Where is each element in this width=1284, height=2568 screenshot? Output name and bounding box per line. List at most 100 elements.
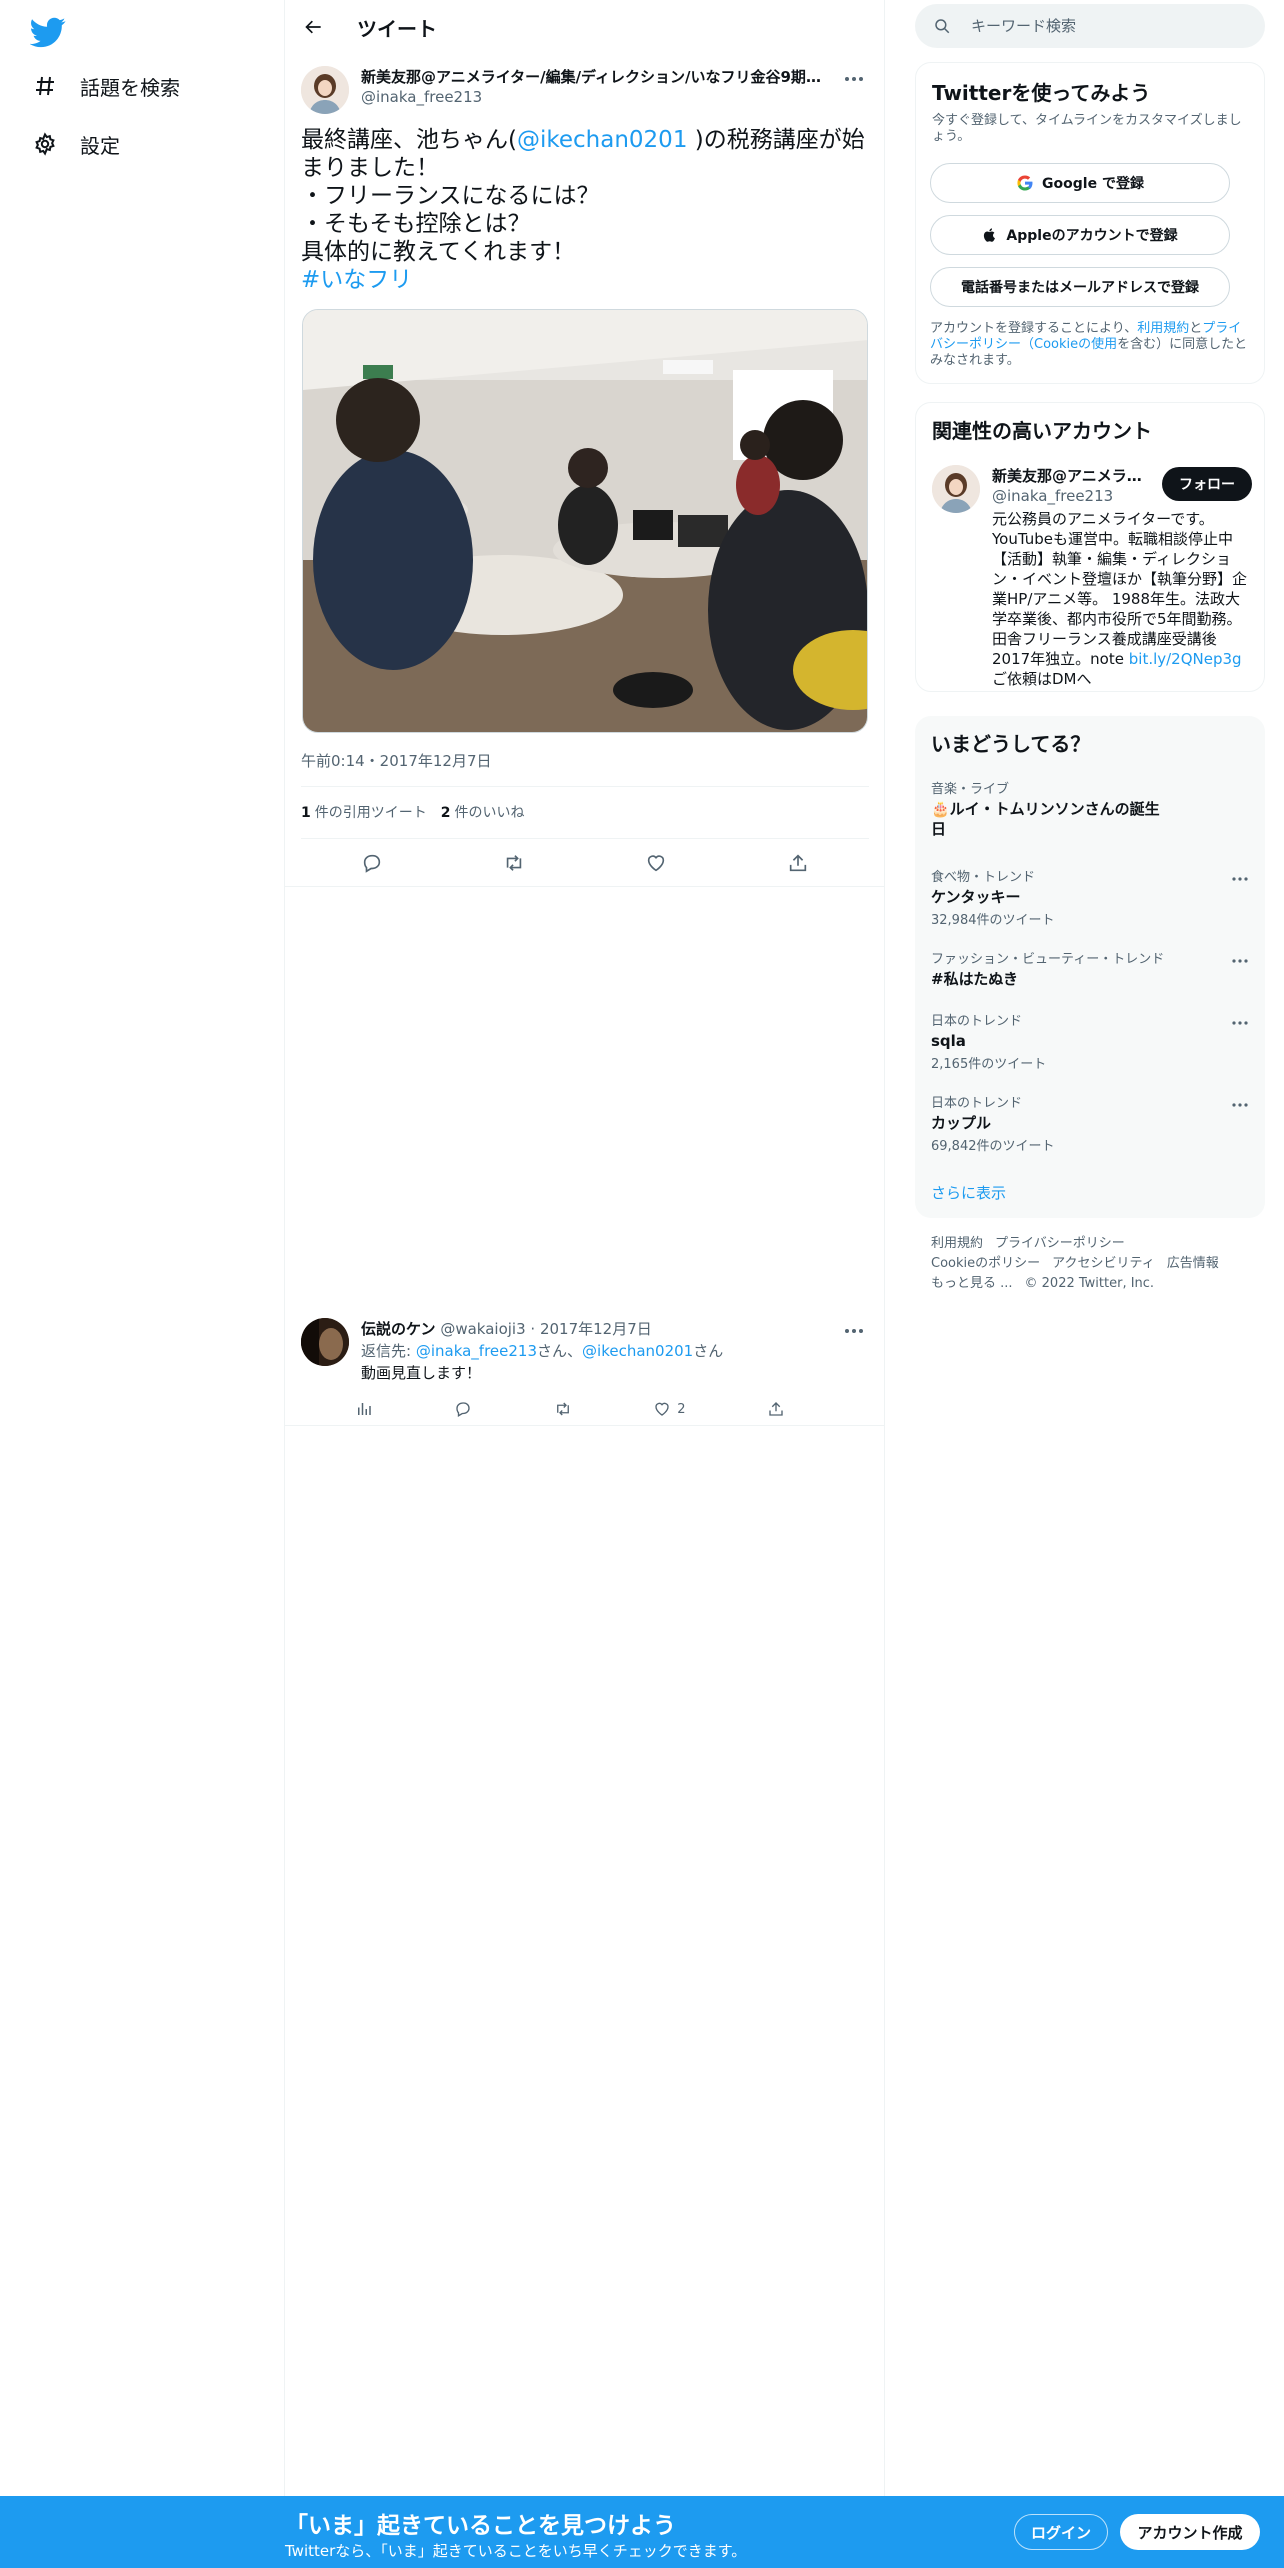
trend-more-button[interactable] — [1227, 1092, 1253, 1118]
tweet-text-line: 具体的に教えてくれます！ — [301, 239, 576, 265]
back-button[interactable] — [297, 10, 331, 44]
tweet-text-line: まりました！ — [301, 155, 439, 181]
reply-tweet[interactable]: 伝説のケン @wakaioji3 · 2017年12月7日 返信先: @inak… — [285, 1306, 885, 1426]
page-title: ツイート — [357, 17, 437, 41]
trend-category: 音楽・ライブ — [931, 782, 1010, 797]
replying-to: 返信先: @inaka_free213さん、@ikechan0201さん — [361, 1340, 723, 1361]
phone-email-signup-button[interactable]: 電話番号またはメールアドレスで登録 — [930, 267, 1230, 307]
signup-title: Twitterを使ってみよう — [932, 81, 1151, 105]
reply-like-count: 2 — [677, 1401, 686, 1417]
trend-item[interactable]: 日本のトレンド sqla 2,165件のツイート — [931, 1010, 1249, 1072]
footer-ads-link[interactable]: 広告情報 — [1167, 1256, 1219, 1271]
trends-card: いまどうしてる？ 音楽・ライブ 🎂ルイ・トムリンソンさんの誕生日 食べ物・トレン… — [915, 716, 1265, 1218]
related-name[interactable]: 新美友那@アニメライター/編集 — [992, 465, 1142, 486]
trend-count: 69,842件のツイート — [931, 1139, 1055, 1154]
more-dots-icon — [845, 77, 863, 81]
nav-settings[interactable]: 設定 — [30, 120, 120, 168]
author-handle[interactable]: @inaka_free213 — [361, 88, 482, 106]
bio-link[interactable]: bit.ly/2QNep3g — [1129, 650, 1242, 668]
mention-link[interactable]: @ikechan0201 — [517, 127, 687, 153]
search-icon — [935, 19, 950, 34]
footer-cookie-link[interactable]: Cookieのポリシー — [931, 1256, 1040, 1271]
google-signup-button[interactable]: Google で登録 — [930, 163, 1230, 203]
trend-item[interactable]: ファッション・ビューティー・トレンド #私はたぬき — [931, 948, 1249, 989]
quote-label: 件の引用ツイート — [314, 805, 427, 821]
reply-author-name[interactable]: 伝説のケン — [361, 1320, 436, 1338]
reply-prefix: 返信先: — [361, 1342, 416, 1360]
twitter-bird-icon[interactable] — [29, 14, 66, 50]
trend-item[interactable]: 日本のトレンド カップル 69,842件のツイート — [931, 1092, 1249, 1154]
related-accounts-card: 関連性の高いアカウント 新美友那@アニメライター/編集 @inaka_free2… — [915, 402, 1265, 692]
reply-handle-date[interactable]: @wakaioji3 · 2017年12月7日 — [440, 1320, 651, 1338]
footer-more-link[interactable]: もっと見る ... — [931, 1276, 1013, 1291]
trend-item[interactable]: 食べ物・トレンド ケンタッキー 32,984件のツイート — [931, 866, 1249, 928]
tweet-timestamp[interactable]: 午前0:14・2017年12月7日 — [301, 750, 492, 771]
hashtag-link[interactable]: #いなフリ — [301, 266, 869, 294]
trend-category: 食べ物・トレンド — [931, 870, 1036, 885]
heart-icon — [655, 1402, 669, 1416]
arrow-left-icon — [305, 20, 321, 34]
likes-link[interactable]: 2 件のいいね — [441, 802, 525, 822]
trend-more-button[interactable] — [1227, 1010, 1253, 1036]
tweet-stats: 1 件の引用ツイート 2 件のいいね — [301, 786, 539, 838]
reply-icon — [363, 854, 381, 873]
show-more-link[interactable]: さらに表示 — [931, 1182, 1006, 1203]
more-dots-icon — [1232, 877, 1248, 881]
trend-category: 日本のトレンド — [931, 1014, 1023, 1029]
bio-text: ご依頼はDMへ — [992, 670, 1092, 688]
signup-legal: アカウントを登録することにより、利用規約とプライバシーポリシー（Cookieの使… — [930, 321, 1250, 369]
trend-more-button[interactable] — [1227, 948, 1253, 974]
more-dots-icon — [845, 1329, 863, 1333]
page-header: ツイート — [285, 0, 885, 53]
bar-chart-icon — [358, 1403, 371, 1415]
author-name[interactable]: 新美友那@アニメライター/編集/ディレクション/いなフリ金谷9期/... — [361, 66, 821, 87]
reply-like-button[interactable]: 2 — [653, 1394, 686, 1424]
search-box[interactable] — [915, 4, 1265, 48]
reply-share-button[interactable] — [767, 1394, 785, 1424]
quote-tweets-link[interactable]: 1 件の引用ツイート — [301, 802, 427, 822]
search-input[interactable] — [971, 4, 1241, 48]
share-button[interactable] — [781, 846, 815, 880]
mention-link[interactable]: @inaka_free213 — [416, 1342, 537, 1360]
trend-name: sqla — [931, 1032, 966, 1050]
create-account-button[interactable]: アカウント作成 — [1120, 2514, 1260, 2550]
reply-retweet-button[interactable] — [554, 1394, 572, 1424]
mention-link[interactable]: @ikechan0201 — [582, 1342, 693, 1360]
hashtag-icon — [30, 71, 60, 101]
login-button[interactable]: ログイン — [1014, 2514, 1108, 2550]
retweet-icon — [556, 1402, 569, 1416]
like-label: 件のいいね — [454, 805, 525, 821]
apple-signup-button[interactable]: Appleのアカウントで登録 — [930, 215, 1230, 255]
follow-button[interactable]: フォロー — [1162, 467, 1252, 501]
signup-card: Twitterを使ってみよう 今すぐ登録して、タイムラインをカスタマイズしましょ… — [915, 62, 1265, 384]
like-button[interactable] — [639, 846, 673, 880]
related-bio: 元公務員のアニメライターです。YouTubeも運営中。転職相談停止中【活動】執筆… — [992, 509, 1250, 689]
phone-email-signup-label: 電話番号またはメールアドレスで登録 — [961, 280, 1199, 296]
retweet-button[interactable] — [497, 846, 531, 880]
legal-text: アカウントを登録することにより、 — [930, 321, 1138, 336]
terms-link[interactable]: 利用規約 — [1137, 321, 1189, 336]
analytics-button[interactable] — [355, 1394, 373, 1424]
heart-icon — [647, 855, 665, 872]
reply-reply-button[interactable] — [454, 1394, 472, 1424]
author-avatar[interactable] — [301, 66, 349, 114]
copyright: © 2022 Twitter, Inc. — [1024, 1276, 1155, 1291]
nav-explore[interactable]: 話題を検索 — [30, 62, 180, 110]
bio-text: 元公務員のアニメライターです。YouTubeも運営中。転職相談停止中【活動】執筆… — [992, 510, 1248, 668]
reply-button[interactable] — [355, 846, 389, 880]
footer-terms-link[interactable]: 利用規約 — [931, 1236, 983, 1251]
reply-avatar[interactable] — [301, 1318, 349, 1366]
reply-more-button[interactable] — [839, 1316, 869, 1346]
reply-actions: 2 — [355, 1390, 785, 1428]
related-handle[interactable]: @inaka_free213 — [992, 487, 1113, 505]
related-avatar[interactable] — [932, 465, 980, 513]
divider — [285, 886, 885, 887]
trend-item[interactable]: 音楽・ライブ 🎂ルイ・トムリンソンさんの誕生日 — [931, 778, 1249, 839]
trend-more-button[interactable] — [1227, 866, 1253, 892]
trend-name: #私はたぬき — [931, 970, 1018, 988]
left-nav: 話題を検索 設定 — [0, 0, 285, 2568]
footer-privacy-link[interactable]: プライバシーポリシー — [995, 1236, 1125, 1251]
tweet-photo[interactable] — [302, 309, 868, 733]
more-options-button[interactable] — [839, 64, 869, 94]
footer-accessibility-link[interactable]: アクセシビリティ — [1052, 1256, 1155, 1271]
